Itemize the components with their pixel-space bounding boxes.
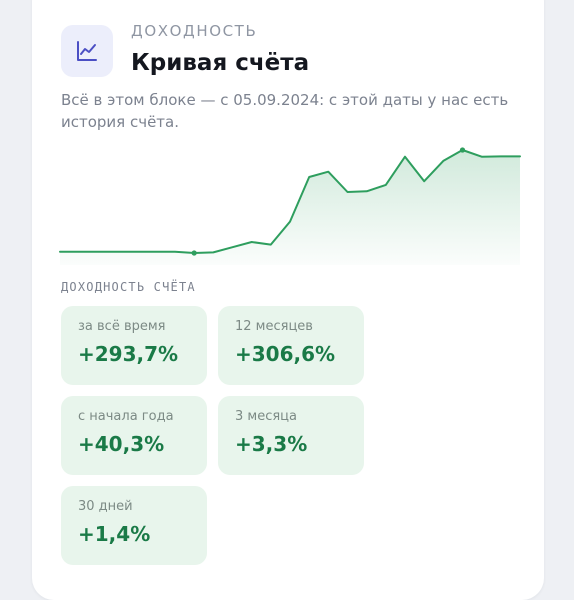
metric-tile-12-months: 12 месяцев +306,6% xyxy=(218,306,364,385)
section-eyebrow: доходность xyxy=(131,22,258,40)
metric-value: +1,4% xyxy=(78,522,151,546)
chart-icon-badge xyxy=(61,25,113,77)
metric-label: 12 месяцев xyxy=(235,319,313,334)
chart-point-marker xyxy=(191,250,197,256)
metric-value: +3,3% xyxy=(235,432,308,456)
metric-tile-all-time: за всё время +293,7% xyxy=(61,306,207,385)
metric-tile-3-months: 3 месяца +3,3% xyxy=(218,396,364,475)
metric-label: за всё время xyxy=(78,319,166,334)
equity-curve-chart xyxy=(59,147,521,265)
equity-area-fill xyxy=(60,150,520,265)
metric-label: 30 дней xyxy=(78,499,133,514)
metric-value: +293,7% xyxy=(78,342,179,366)
line-chart-icon xyxy=(77,41,97,61)
metrics-section-label: ДОХОДНОСТЬ СЧЁТА xyxy=(61,280,196,294)
metric-value: +40,3% xyxy=(78,432,165,456)
card-description: Всё в этом блоке — с 05.09.2024: с этой … xyxy=(61,91,509,131)
card-title: Кривая счёта xyxy=(131,50,310,76)
metric-value: +306,6% xyxy=(235,342,336,366)
chart-point-marker xyxy=(459,147,466,153)
metric-tile-30-days: 30 дней +1,4% xyxy=(61,486,207,565)
metric-label: с начала года xyxy=(78,409,174,424)
metric-label: 3 месяца xyxy=(235,409,297,424)
metric-tile-ytd: с начала года +40,3% xyxy=(61,396,207,475)
